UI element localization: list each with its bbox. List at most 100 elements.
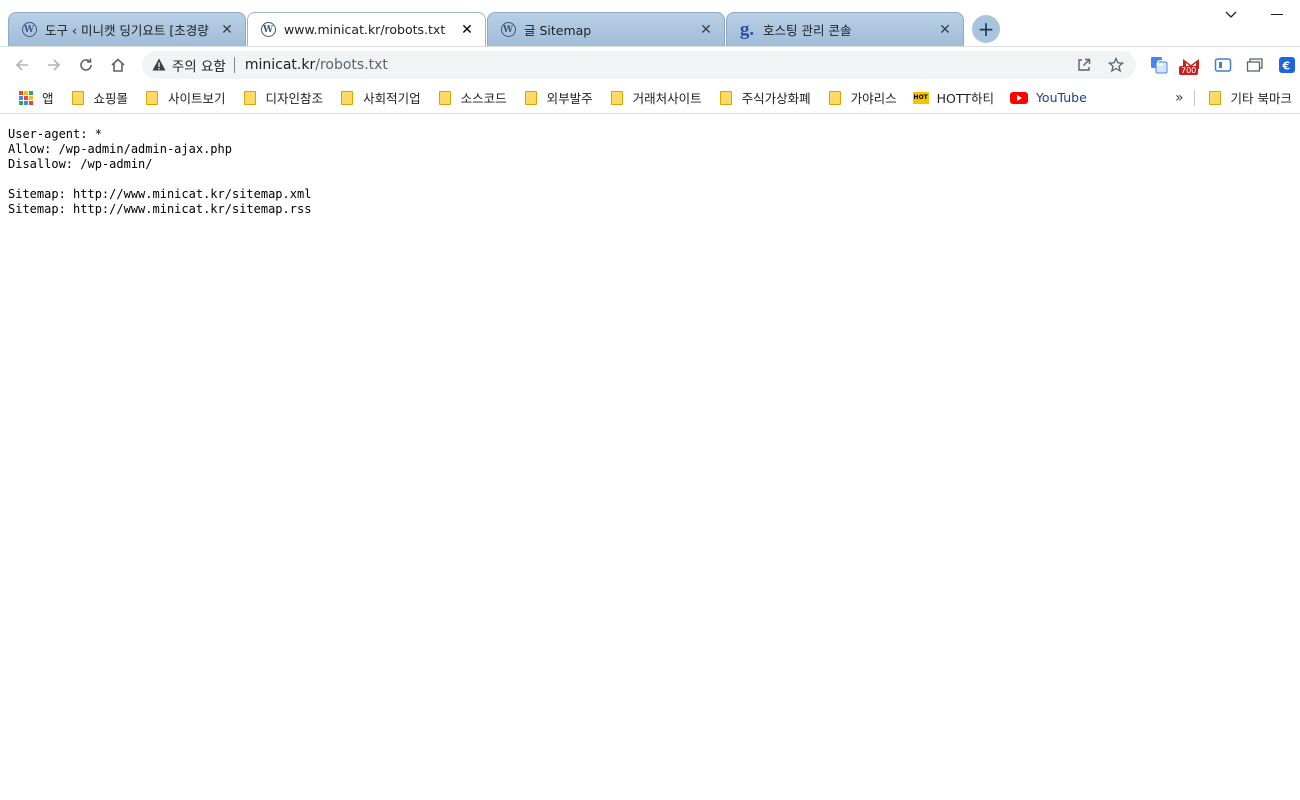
bookmark-label: 앱	[42, 91, 54, 106]
folder-icon	[827, 90, 843, 106]
tab-search-button[interactable]	[1208, 4, 1254, 26]
bookmark-folder-sites[interactable]: 사이트보기	[138, 85, 232, 111]
share-icon	[1078, 58, 1091, 71]
bookmark-label: 디자인참조	[265, 91, 324, 106]
arrow-right-icon	[47, 58, 61, 71]
bookmark-folder-source[interactable]: 소스코드	[431, 85, 513, 111]
tab-sitemap[interactable]: W 글 Sitemap ✕	[487, 12, 725, 46]
divider	[1193, 89, 1195, 106]
divider	[233, 56, 235, 73]
toolbar: 주의 요함 minicat.kr/robots.txt G 700 €	[0, 46, 1300, 82]
text-line: Sitemap: http://www.minicat.kr/sitemap.r…	[8, 202, 312, 216]
robots-txt-content: User-agent: * Allow: /wp-admin/admin-ajax…	[8, 127, 311, 217]
wordpress-icon: W	[500, 22, 516, 38]
text-line: Allow: /wp-admin/admin-ajax.php	[8, 142, 232, 156]
bookmark-label: 쇼핑몰	[93, 91, 129, 106]
currency-extension[interactable]: €	[1274, 52, 1300, 78]
extensions-area: G 700 €	[1146, 52, 1300, 78]
reader-extension[interactable]	[1210, 52, 1236, 78]
euro-icon: €	[1278, 56, 1295, 73]
reload-icon	[80, 58, 92, 71]
folder-icon	[339, 90, 355, 106]
folder-icon	[718, 90, 734, 106]
tab-title: 글 Sitemap	[524, 23, 592, 38]
tab-title: www.minicat.kr/robots.txt	[284, 22, 446, 37]
folder-icon	[523, 90, 539, 106]
apps-icon	[18, 90, 34, 106]
wordpress-icon: W	[21, 22, 37, 38]
bookmark-folder-social[interactable]: 사회적기업	[333, 85, 427, 111]
bookmark-folder-gayaris[interactable]: 가야리스	[821, 85, 903, 111]
mail-checker-extension[interactable]: 700	[1178, 52, 1204, 78]
bookmark-hott[interactable]: HOT HOTT하티	[907, 85, 1000, 111]
minimize-button[interactable]	[1254, 4, 1300, 26]
close-icon[interactable]: ✕	[937, 22, 953, 38]
minimize-icon	[1271, 14, 1283, 15]
other-bookmarks-label: 기타 북마크	[1230, 91, 1292, 106]
bookmark-apps[interactable]: 앱	[12, 85, 60, 111]
folder-icon	[1207, 90, 1223, 106]
share-button[interactable]	[1072, 53, 1096, 77]
svg-text:G: G	[1156, 59, 1163, 68]
bookmark-label: 가야리스	[850, 91, 897, 106]
bookmark-folder-clients[interactable]: 거래처사이트	[603, 85, 708, 111]
security-chip[interactable]: 주의 요함	[152, 55, 226, 75]
close-icon[interactable]: ✕	[219, 22, 235, 38]
tab-title: 도구 ‹ 미니캣 딩기요트 [초경량	[45, 23, 209, 38]
wordpress-icon: W	[260, 22, 276, 38]
bookmark-label: 사이트보기	[168, 91, 226, 106]
address-bar[interactable]: 주의 요함 minicat.kr/robots.txt	[141, 50, 1136, 79]
bookmarks-overflow-button[interactable]: »	[1169, 85, 1190, 111]
mail-count-badge: 700	[1178, 65, 1199, 75]
other-bookmarks-folder[interactable]: 기타 북마크	[1201, 85, 1298, 111]
forward-button[interactable]	[38, 49, 70, 81]
home-button[interactable]	[102, 49, 134, 81]
chevron-down-icon	[1225, 11, 1237, 18]
close-icon[interactable]: ✕	[698, 22, 714, 38]
tab-wp-tools[interactable]: W 도구 ‹ 미니캣 딩기요트 [초경량 ✕	[8, 12, 246, 46]
text-line: User-agent: *	[8, 127, 102, 141]
bookmark-youtube[interactable]: YouTube	[1004, 85, 1093, 111]
bookmarks-bar: 앱 쇼핑몰 사이트보기 디자인참조 사회적기업 소스코드 외부발주 거래처사이트…	[0, 82, 1300, 114]
tab-robots-txt[interactable]: W www.minicat.kr/robots.txt ✕	[247, 12, 486, 46]
reader-icon	[1214, 57, 1232, 72]
translate-icon: G	[1150, 56, 1168, 73]
bookmark-folder-shopping[interactable]: 쇼핑몰	[64, 85, 135, 111]
url-host: minicat.kr	[244, 56, 316, 73]
home-icon	[111, 57, 125, 72]
cast-icon	[1246, 57, 1263, 72]
folder-icon	[144, 90, 160, 106]
back-button[interactable]	[6, 49, 38, 81]
url-path: /robots.txt	[315, 56, 388, 73]
bookmark-folder-design[interactable]: 디자인참조	[236, 85, 330, 111]
bookmark-folder-outsourcing[interactable]: 외부발주	[517, 85, 599, 111]
hott-icon: HOT	[912, 90, 929, 106]
bookmark-folder-stocks[interactable]: 주식가상화폐	[712, 85, 817, 111]
reload-button[interactable]	[70, 49, 102, 81]
folder-icon	[70, 90, 86, 106]
bookmark-label: 사회적기업	[363, 91, 421, 106]
close-icon[interactable]: ✕	[459, 22, 475, 38]
new-tab-button[interactable]: +	[972, 15, 1000, 43]
tab-title: 호스팅 관리 콘솔	[763, 23, 852, 38]
tab-strip: W 도구 ‹ 미니캣 딩기요트 [초경량 ✕ W www.minicat.kr/…	[0, 0, 1300, 46]
url-text[interactable]: minicat.kr/robots.txt	[245, 57, 1064, 73]
window-controls	[1208, 4, 1300, 26]
page-content: User-agent: * Allow: /wp-admin/admin-ajax…	[0, 115, 1300, 800]
cast-extension[interactable]	[1242, 52, 1268, 78]
double-chevron-icon: »	[1174, 89, 1184, 106]
bookmark-star-button[interactable]	[1104, 53, 1128, 77]
security-warning-label: 주의 요함	[171, 58, 226, 75]
text-line: Disallow: /wp-admin/	[8, 157, 153, 171]
translate-extension[interactable]: G	[1146, 52, 1172, 78]
folder-icon	[242, 90, 258, 106]
arrow-left-icon	[15, 58, 28, 71]
bookmark-label: 주식가상화폐	[741, 91, 811, 106]
bookmark-label: 소스코드	[460, 91, 507, 106]
star-icon	[1107, 56, 1124, 72]
plus-icon: +	[977, 17, 995, 41]
gabia-icon: g.	[739, 18, 755, 40]
tab-hosting-console[interactable]: g. 호스팅 관리 콘솔 ✕	[726, 12, 964, 46]
folder-icon	[437, 90, 453, 106]
folder-icon	[609, 90, 625, 106]
